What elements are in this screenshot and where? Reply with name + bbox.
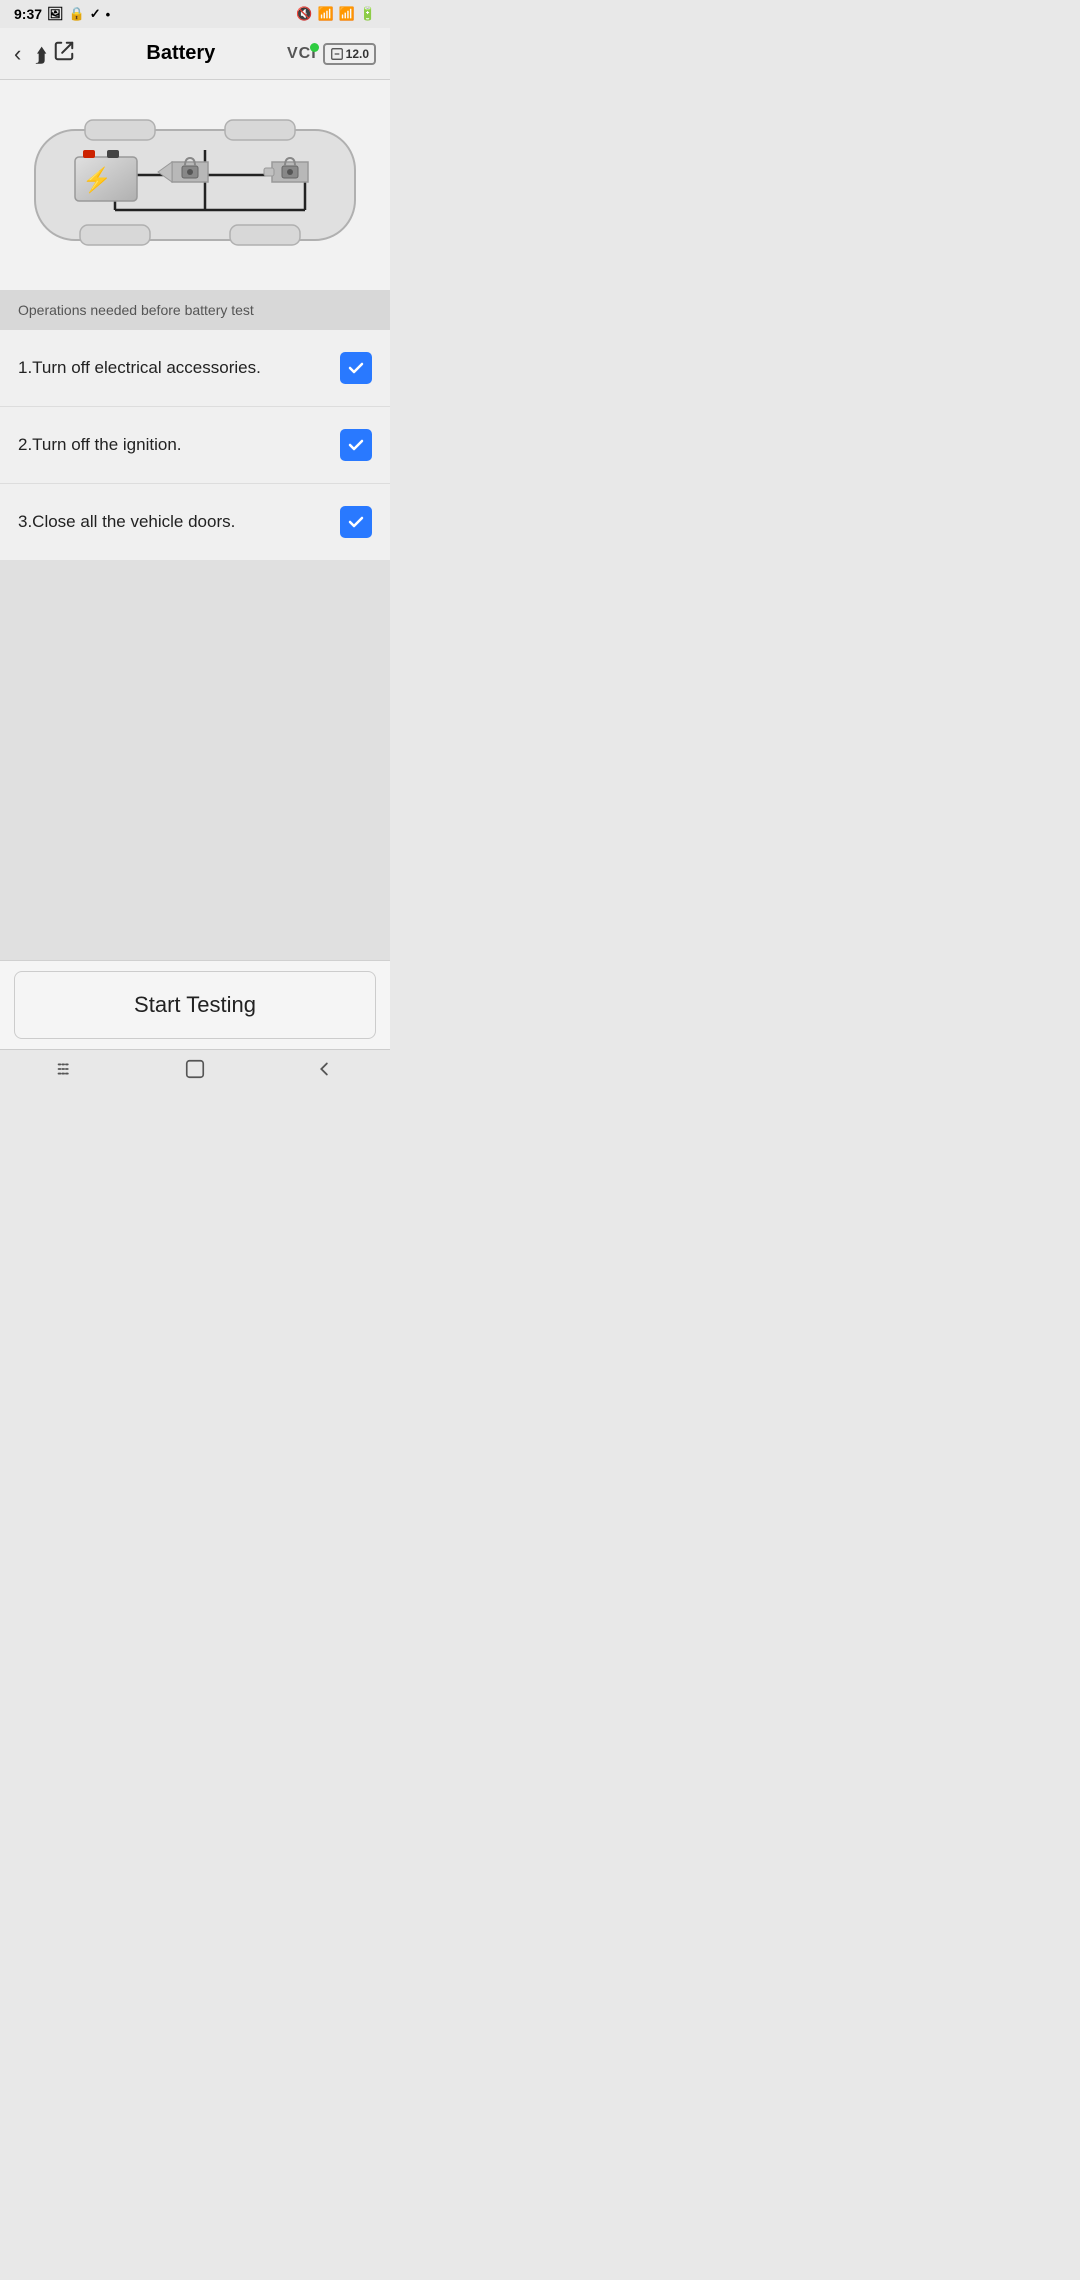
checklist-label-2: 2.Turn off the ignition. [18, 435, 340, 455]
back-nav-button[interactable] [294, 1052, 356, 1092]
start-button-wrapper: Start Testing [0, 960, 390, 1049]
home-button[interactable] [164, 1052, 226, 1092]
wifi-icon: 📶 [317, 6, 333, 22]
menu-button[interactable] [34, 1052, 96, 1092]
checkbox-2[interactable] [340, 429, 372, 461]
nav-left: ‹ ⮭ [14, 40, 75, 68]
content-area [0, 560, 390, 960]
nav-right: VCI 12.0 [287, 43, 376, 65]
page-title: Battery [75, 42, 287, 65]
nav-bar: ‹ ⮭ Battery VCI 12.0 [0, 28, 390, 80]
checklist-item-3: 3.Close all the vehicle doors. [0, 484, 390, 560]
mute-icon: 🔇 [296, 6, 312, 22]
checklist-item-1: 1.Turn off electrical accessories. [0, 330, 390, 407]
vci-connected-dot [310, 43, 319, 52]
bottom-nav [0, 1049, 390, 1093]
status-left: 9:37 🖼 🔒 ✓ • [14, 6, 110, 22]
operations-header: Operations needed before battery test [0, 290, 390, 330]
checkbox-1[interactable] [340, 352, 372, 384]
checklist: 1.Turn off electrical accessories. 2.Tur… [0, 330, 390, 560]
export-button[interactable]: ⮭ [35, 40, 74, 68]
check-icon: ✓ [90, 6, 101, 22]
status-bar: 9:37 🖼 🔒 ✓ • 🔇 📶 📶 🔋 [0, 0, 390, 28]
car-diagram: ⚡ [0, 80, 390, 290]
lock-icon: 🔒 [69, 6, 85, 22]
checklist-label-3: 3.Close all the vehicle doors. [18, 512, 340, 532]
back-button[interactable]: ‹ [14, 41, 21, 67]
checklist-item-2: 2.Turn off the ignition. [0, 407, 390, 484]
status-time: 9:37 [14, 6, 42, 22]
svg-text:⚡: ⚡ [82, 166, 112, 194]
checkbox-3[interactable] [340, 506, 372, 538]
status-right: 🔇 📶 📶 🔋 [296, 6, 376, 22]
car-illustration: ⚡ [25, 100, 365, 270]
dot-icon: • [106, 7, 111, 22]
vci-badge: VCI [287, 45, 317, 63]
photo-icon: 🖼 [47, 6, 64, 22]
signal-icon: 📶 [339, 6, 355, 22]
battery-icon: 🔋 [360, 6, 376, 22]
version-label: 12.0 [346, 47, 369, 61]
version-badge: 12.0 [323, 43, 376, 65]
start-testing-button[interactable]: Start Testing [14, 971, 376, 1039]
checklist-label-1: 1.Turn off electrical accessories. [18, 358, 340, 378]
